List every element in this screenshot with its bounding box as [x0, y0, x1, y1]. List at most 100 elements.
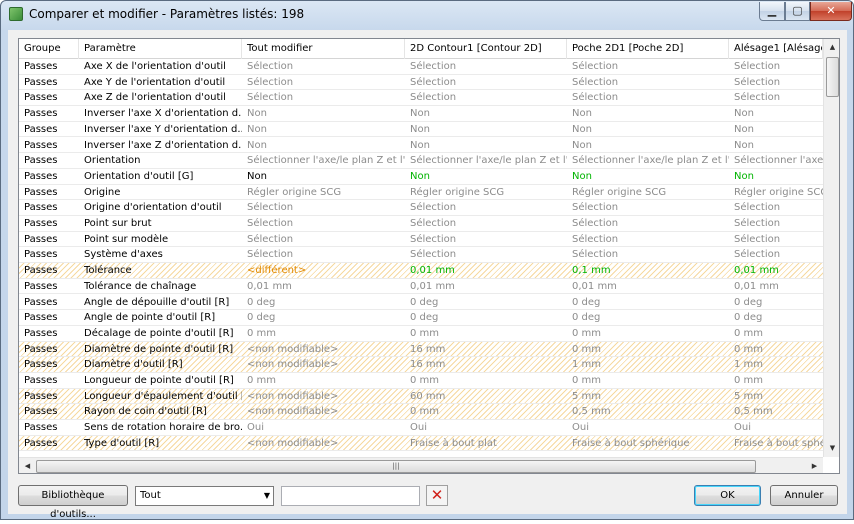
contour-cell[interactable]: 16 mm [405, 357, 567, 372]
pocket-cell[interactable]: Sélection [567, 216, 729, 231]
table-row[interactable]: Passes Origine Régler origine SCG Régler or… [19, 185, 823, 201]
scroll-left-icon[interactable]: ◀ [19, 458, 36, 473]
contour-cell[interactable]: Sélection [405, 232, 567, 247]
pocket-cell[interactable]: 0,01 mm [567, 279, 729, 294]
table-row[interactable]: Passes Tolérance de chaînage 0,01 mm 0,01 m… [19, 279, 823, 295]
vertical-scroll-thumb[interactable] [826, 57, 839, 97]
scroll-down-icon[interactable]: ▼ [824, 440, 839, 457]
modify-all-cell[interactable]: Sélectionner l'axe/le plan Z et l'... [242, 153, 405, 168]
pocket-cell[interactable]: Sélection [567, 200, 729, 215]
contour-cell[interactable]: Régler origine SCG [405, 185, 567, 200]
horizontal-scroll-thumb[interactable]: ||| [36, 460, 756, 473]
table-row[interactable]: Passes Angle de dépouille d'outil [R] 0 de… [19, 295, 823, 311]
contour-cell[interactable]: Sélection [405, 90, 567, 105]
pocket-cell[interactable]: Non [567, 169, 729, 184]
pocket-cell[interactable]: Sélection [567, 59, 729, 74]
table-row[interactable]: Passes Tolérance <différent> 0,01 mm 0,1 mm 0… [19, 263, 823, 279]
column-header[interactable]: Tout modifier [242, 39, 405, 59]
contour-cell[interactable]: Fraise à bout plat [405, 436, 567, 451]
scroll-up-icon[interactable]: ▲ [824, 39, 839, 56]
pocket-cell[interactable]: Sélection [567, 247, 729, 262]
table-row[interactable]: Passes Origine d'orientation d'outil Sélec… [19, 200, 823, 216]
contour-cell[interactable]: 0,01 mm [405, 263, 567, 278]
pocket-cell[interactable]: Non [567, 138, 729, 153]
filter-combobox[interactable]: Tout ▼ [135, 486, 274, 506]
bore-cell[interactable]: Sélection [729, 247, 823, 262]
table-row[interactable]: Passes Orientation d'outil [G] Non Non Non No… [19, 169, 823, 185]
modify-all-cell[interactable]: <non modifiable> [242, 436, 405, 451]
modify-all-cell[interactable]: Régler origine SCG [242, 185, 405, 200]
scroll-right-icon[interactable]: ▶ [806, 458, 823, 473]
bore-cell[interactable]: 1 mm [729, 357, 823, 372]
bore-cell[interactable]: 0 deg [729, 295, 823, 310]
contour-cell[interactable]: Non [405, 106, 567, 121]
contour-cell[interactable]: 0 mm [405, 404, 567, 419]
modify-all-cell[interactable]: <non modifiable> [242, 389, 405, 404]
contour-cell[interactable]: Sélection [405, 75, 567, 90]
cancel-button[interactable]: Annuler [770, 485, 838, 506]
contour-cell[interactable]: Sélection [405, 200, 567, 215]
modify-all-cell[interactable]: Non [242, 138, 405, 153]
table-row[interactable]: Passes Sens de rotation horaire de bro...… [19, 420, 823, 436]
bore-cell[interactable]: Sélection [729, 232, 823, 247]
pocket-cell[interactable]: 0 deg [567, 295, 729, 310]
table-row[interactable]: Passes Rayon de coin d'outil [R] <non modi… [19, 404, 823, 421]
pocket-cell[interactable]: Sélection [567, 90, 729, 105]
contour-cell[interactable]: 16 mm [405, 342, 567, 357]
bore-cell[interactable]: Sélection [729, 200, 823, 215]
ok-button[interactable]: OK [694, 485, 761, 506]
pocket-cell[interactable]: Oui [567, 420, 729, 435]
pocket-cell[interactable]: 5 mm [567, 389, 729, 404]
table-row[interactable]: Passes Diamètre de pointe d'outil [R] <non… [19, 341, 823, 358]
column-header[interactable]: Groupe [19, 39, 79, 59]
contour-cell[interactable]: Sélection [405, 247, 567, 262]
contour-cell[interactable]: Oui [405, 420, 567, 435]
bore-cell[interactable]: Sélection [729, 216, 823, 231]
bore-cell[interactable]: Non [729, 169, 823, 184]
column-header[interactable]: Poche 2D1 [Poche 2D] [567, 39, 729, 59]
modify-all-cell[interactable]: Non [242, 169, 405, 184]
pocket-cell[interactable]: 0 mm [567, 326, 729, 341]
contour-cell[interactable]: 60 mm [405, 389, 567, 404]
table-row[interactable]: Passes Longueur d'épaulement d'outil [R] <… [19, 388, 823, 405]
table-row[interactable]: Passes Système d'axes Sélection Sélection Sé… [19, 247, 823, 264]
contour-cell[interactable]: 0 mm [405, 373, 567, 388]
pocket-cell[interactable]: 0,1 mm [567, 263, 729, 278]
vertical-scrollbar[interactable]: ▲ ▼ [823, 39, 839, 457]
modify-all-cell[interactable]: Sélection [242, 90, 405, 105]
contour-cell[interactable]: 0 deg [405, 295, 567, 310]
modify-all-cell[interactable]: Sélection [242, 247, 405, 262]
modify-all-cell[interactable]: Non [242, 106, 405, 121]
table-row[interactable]: Passes Axe Z de l'orientation d'outil Séle… [19, 90, 823, 107]
bore-cell[interactable]: Oui [729, 420, 823, 435]
table-row[interactable]: Passes Axe Y de l'orientation d'outil Séle… [19, 75, 823, 91]
bore-cell[interactable]: Non [729, 106, 823, 121]
close-button[interactable]: ✕ [810, 2, 852, 21]
contour-cell[interactable]: Sélectionner l'axe/le plan Z et l'... [405, 153, 567, 168]
modify-all-cell[interactable]: 0,01 mm [242, 279, 405, 294]
table-row[interactable]: Passes Type d'outil [R] <non modifiable> Fr… [19, 435, 823, 452]
pocket-cell[interactable]: 0 mm [567, 342, 729, 357]
pocket-cell[interactable]: Sélectionner l'axe/le plan Z et l'... [567, 153, 729, 168]
minimize-button[interactable]: ▁ [759, 2, 785, 21]
column-header[interactable]: Alésage1 [Alésage] [729, 39, 823, 59]
bore-cell[interactable]: 0,01 mm [729, 263, 823, 278]
pocket-cell[interactable]: Régler origine SCG [567, 185, 729, 200]
modify-all-cell[interactable]: 0 mm [242, 373, 405, 388]
modify-all-cell[interactable]: Sélection [242, 232, 405, 247]
pocket-cell[interactable]: 0 mm [567, 373, 729, 388]
maximize-button[interactable]: ▢ [785, 2, 810, 21]
bore-cell[interactable]: Non [729, 122, 823, 137]
modify-all-cell[interactable]: 0 deg [242, 310, 405, 325]
contour-cell[interactable]: 0,01 mm [405, 279, 567, 294]
pocket-cell[interactable]: Sélection [567, 232, 729, 247]
table-row[interactable]: Passes Décalage de pointe d'outil [R] 0 mm… [19, 326, 823, 342]
pocket-cell[interactable]: 1 mm [567, 357, 729, 372]
table-row[interactable]: Passes Point sur brut Sélection Sélection Sé… [19, 216, 823, 232]
bore-cell[interactable]: Sélection [729, 75, 823, 90]
bore-cell[interactable]: Sélectionner l'axe/le [729, 153, 823, 168]
pocket-cell[interactable]: 0 deg [567, 310, 729, 325]
contour-cell[interactable]: Sélection [405, 59, 567, 74]
modify-all-cell[interactable]: <non modifiable> [242, 404, 405, 419]
contour-cell[interactable]: Non [405, 138, 567, 153]
